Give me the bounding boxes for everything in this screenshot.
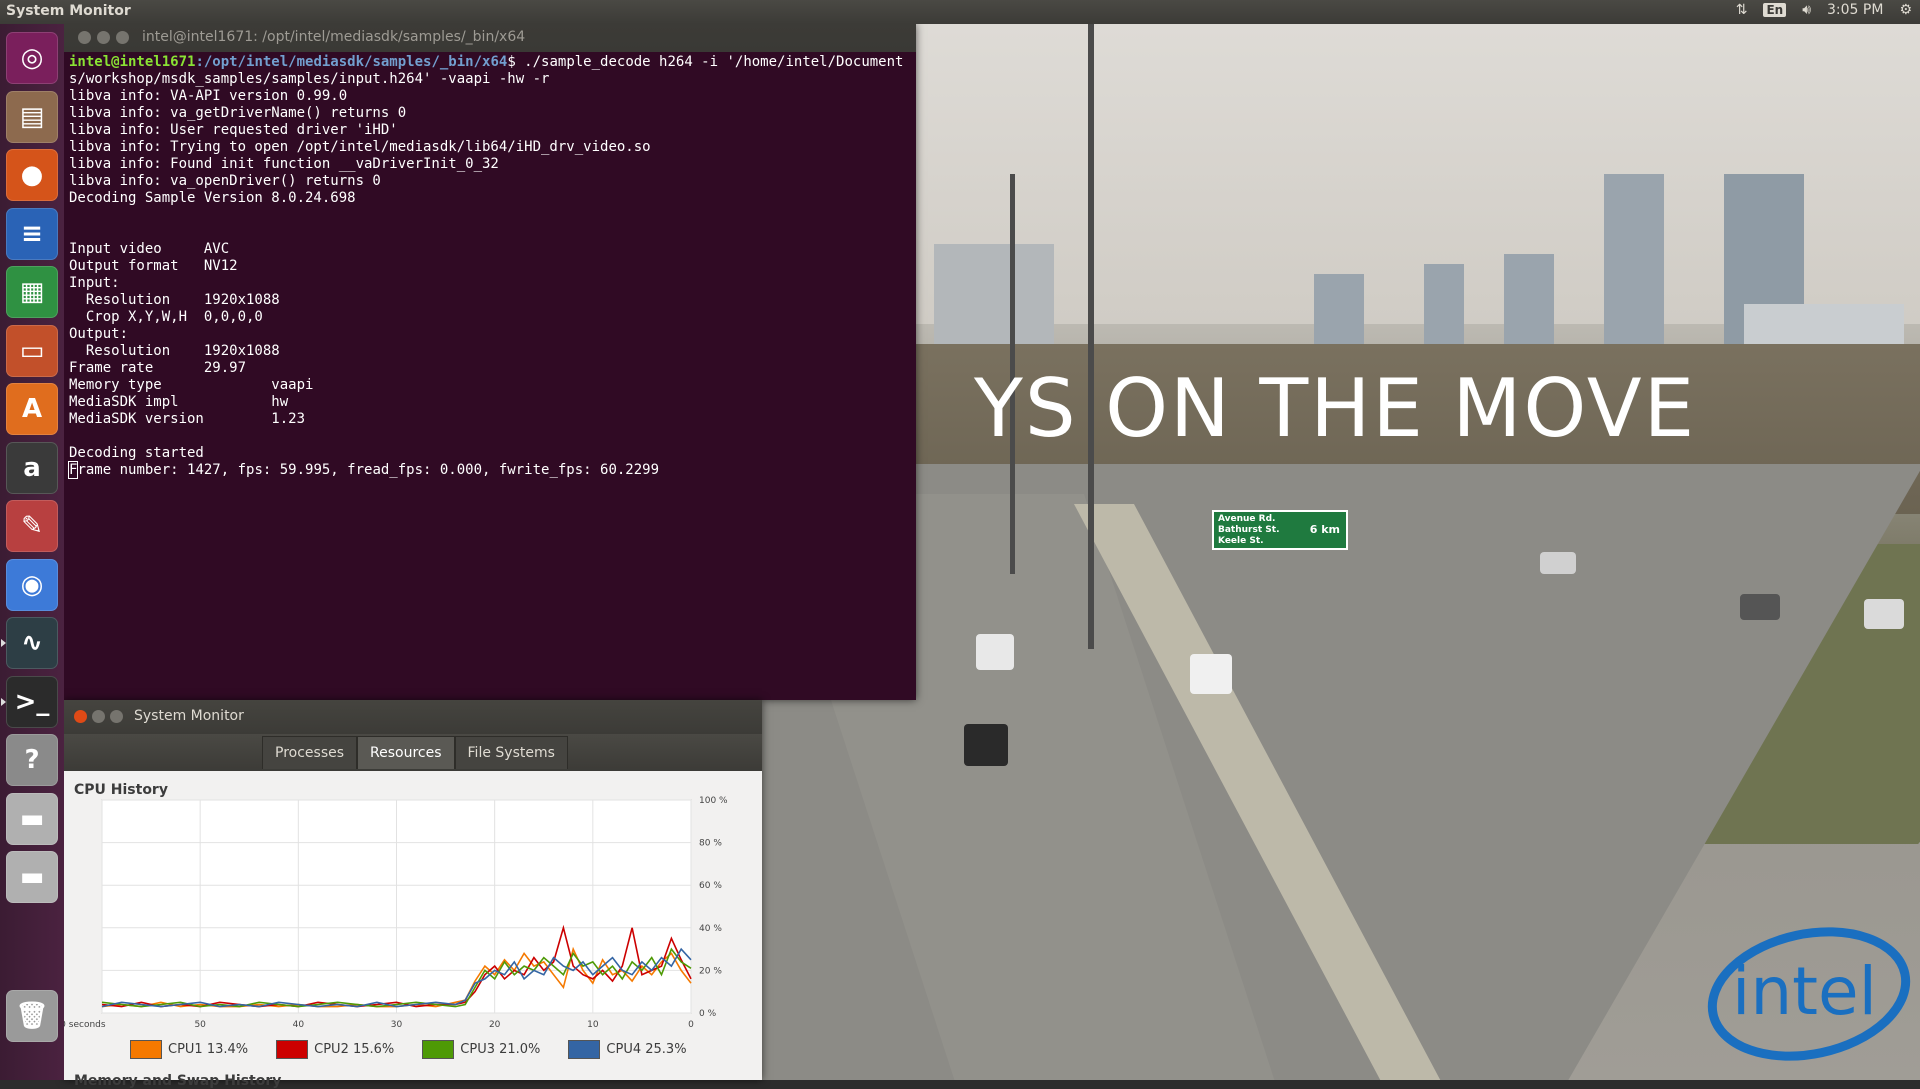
video-pole	[1088, 24, 1094, 649]
chart-y-tick-label: 40 %	[699, 924, 722, 934]
launcher-trash-icon[interactable]: 🗑	[6, 989, 58, 1042]
launcher-system-settings-icon[interactable]: ✎	[6, 500, 58, 552]
video-overlay-text: YS ON THE MOVE	[974, 362, 1697, 455]
chart-x-tick-label: 30	[391, 1020, 403, 1030]
launcher-help-icon[interactable]: ?	[6, 734, 58, 786]
video-building	[1424, 264, 1464, 354]
legend-item-cpu2[interactable]: CPU2 15.6%	[276, 1040, 394, 1059]
terminal-output[interactable]: intel@intel1671:/opt/intel/mediasdk/samp…	[64, 52, 916, 481]
terminal-titlebar[interactable]: intel@intel1671: /opt/intel/mediasdk/sam…	[64, 24, 916, 52]
cpu-legend: CPU1 13.4% CPU2 15.6% CPU3 21.0% CPU4 25.3%	[130, 1040, 687, 1059]
launcher-amazon-icon[interactable]: a	[6, 441, 58, 494]
chart-y-tick-label: 60 %	[699, 881, 722, 891]
minimize-icon[interactable]	[92, 710, 105, 723]
prompt-path: :/opt/intel/mediasdk/samples/_bin/x64	[195, 54, 508, 70]
prompt-user: intel@intel1671	[69, 54, 196, 70]
chart-x-tick-label: 40	[293, 1020, 305, 1030]
color-swatch[interactable]	[130, 1040, 162, 1059]
tab-file-systems[interactable]: File Systems	[454, 736, 568, 769]
chart-x-tick-label: 10	[587, 1020, 599, 1030]
intel-logo-text: intel	[1732, 953, 1877, 1030]
chart-x-tick-label: 20	[489, 1020, 501, 1030]
launcher-ubuntu-dash-icon[interactable]: ◎	[6, 32, 58, 84]
intel-logo: intel	[1707, 927, 1911, 1061]
video-car	[964, 724, 1008, 766]
close-icon[interactable]	[78, 31, 91, 44]
video-car	[976, 634, 1014, 670]
launcher-software-center-icon[interactable]: A	[6, 383, 58, 435]
chart-x-tick-label: 0	[688, 1020, 694, 1030]
terminal-log: libva info: VA-API version 0.99.0 libva …	[69, 88, 651, 461]
keyboard-layout-indicator[interactable]: En	[1763, 3, 1787, 17]
video-car	[1740, 594, 1780, 620]
sysmon-title: System Monitor	[134, 708, 244, 724]
network-icon[interactable]: ⇅	[1736, 2, 1748, 18]
terminal-status-line: rame number: 1427, fps: 59.995, fread_fp…	[77, 462, 660, 478]
legend-label: CPU2 15.6%	[314, 1042, 395, 1057]
chart-y-tick-label: 20 %	[699, 966, 722, 976]
video-building	[934, 244, 1054, 344]
active-app-title: System Monitor	[6, 3, 131, 19]
close-icon[interactable]	[74, 710, 87, 723]
launcher-libreoffice-impress-icon[interactable]: ▭	[6, 324, 58, 377]
launcher: ◎ ▤ ● ≡ ▦ ▭ Aa ✎ ◉ ∿ >_? ▬ ▬ 🗑	[0, 24, 64, 1080]
gear-icon[interactable]: ⚙	[1899, 2, 1912, 18]
legend-item-cpu4[interactable]: CPU4 25.3%	[568, 1040, 687, 1059]
running-indicator	[1, 697, 6, 706]
legend-label: CPU4 25.3%	[606, 1042, 687, 1057]
launcher-firefox-icon[interactable]: ●	[6, 149, 58, 201]
video-building	[1314, 274, 1364, 354]
system-monitor-window[interactable]: System Monitor Processes Resources File …	[64, 700, 762, 1089]
color-swatch[interactable]	[276, 1040, 309, 1059]
memory-history-title: Memory and Swap History	[74, 1073, 282, 1089]
legend-label: CPU3 21.0%	[460, 1042, 541, 1057]
color-swatch[interactable]	[568, 1040, 601, 1059]
chart-y-tick-label: 0 %	[699, 1009, 717, 1019]
tab-processes[interactable]: Processes	[262, 736, 358, 769]
launcher-files-icon[interactable]: ▤	[6, 90, 58, 143]
video-car	[1864, 599, 1904, 629]
chart-x-tick-label: 50	[194, 1020, 206, 1030]
launcher-system-monitor-icon[interactable]: ∿	[1, 617, 58, 669]
terminal-window[interactable]: intel@intel1671: /opt/intel/mediasdk/sam…	[64, 24, 916, 700]
launcher-disk-1-icon[interactable]: ▬	[6, 792, 58, 845]
clock[interactable]: 3:05 PM	[1827, 2, 1883, 18]
color-swatch[interactable]	[422, 1040, 455, 1059]
launcher-terminal-icon[interactable]: >_	[1, 675, 58, 728]
legend-item-cpu1[interactable]: CPU1 13.4%	[130, 1040, 248, 1059]
maximize-icon[interactable]	[116, 31, 129, 44]
top-panel: System Monitor ⇅ En 🔊︎ 3:05 PM ⚙	[0, 0, 1920, 24]
legend-label: CPU1 13.4%	[168, 1042, 249, 1057]
tab-resources[interactable]: Resources	[357, 736, 455, 769]
chart-y-tick-label: 100 %	[699, 796, 728, 806]
legend-item-cpu3[interactable]: CPU3 21.0%	[422, 1040, 540, 1059]
highway-sign: Avenue Rd. Bathurst St. Keele St. 6 km	[1212, 510, 1348, 550]
video-car	[1540, 552, 1576, 574]
maximize-icon[interactable]	[110, 710, 123, 723]
sysmon-titlebar[interactable]: System Monitor	[64, 700, 762, 734]
system-tray: ⇅ En 🔊︎ 3:05 PM ⚙	[1736, 2, 1912, 18]
sign-distance: 6 km	[1309, 523, 1340, 536]
sign-line: Keele St.	[1218, 536, 1264, 546]
sysmon-tabbar: Processes Resources File Systems	[64, 734, 762, 771]
launcher-libreoffice-writer-icon[interactable]: ≡	[6, 207, 58, 260]
video-car	[1190, 654, 1232, 694]
launcher-disk-2-icon[interactable]: ▬	[6, 851, 58, 903]
chart-y-tick-label: 80 %	[699, 839, 722, 849]
volume-icon[interactable]: 🔊︎	[1802, 2, 1811, 18]
running-indicator	[1, 639, 6, 647]
launcher-chromium-icon[interactable]: ◉	[6, 558, 58, 611]
chart-x-tick-label: 60 seconds	[64, 1020, 106, 1030]
cpu-history-chart: 60 seconds 50 40 30 20 10 0 0 % 20 % 40 % 60 % 80 %…	[64, 796, 728, 1030]
launcher-libreoffice-calc-icon[interactable]: ▦	[6, 266, 58, 318]
minimize-icon[interactable]	[97, 31, 110, 44]
terminal-title: intel@intel1671: /opt/intel/mediasdk/sam…	[142, 29, 526, 45]
